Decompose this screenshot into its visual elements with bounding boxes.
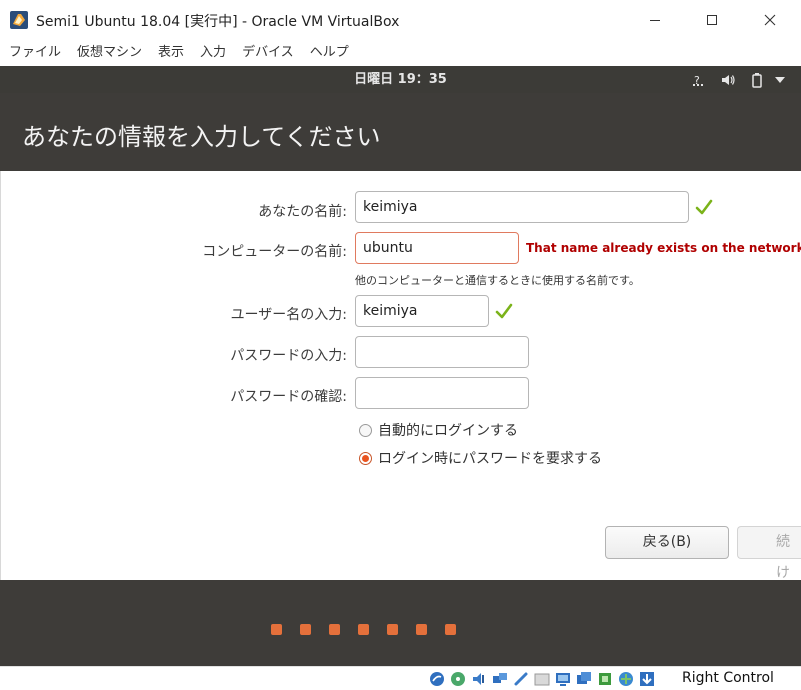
window-titlebar: Semi1 Ubuntu 18.04 [実行中] - Oracle VM Vir… [0,0,801,40]
auto-login-option[interactable]: 自動的にログインする [359,420,518,440]
name-label: あなたの名前: [258,204,347,220]
menu-machine[interactable]: 仮想マシン [69,40,150,66]
progress-dot [329,624,340,635]
shared-folder-icon[interactable] [533,670,551,688]
menu-view[interactable]: 表示 [150,40,192,66]
guest-additions-icon[interactable] [617,670,635,688]
progress-dot [271,624,282,635]
auto-login-radio[interactable] [359,423,372,437]
installer-header: あなたの情報を入力してください [0,93,801,171]
menu-help[interactable]: ヘルプ [302,40,357,66]
progress-dots [0,624,801,635]
menu-arrow-icon[interactable] [774,71,786,88]
menu-input[interactable]: 入力 [192,40,234,66]
clock[interactable]: 日曜日 19：35 [0,66,801,93]
progress-dot [387,624,398,635]
confirm-password-input[interactable] [355,377,529,409]
network-icon[interactable]: ? [692,71,708,88]
menubar: ファイル 仮想マシン 表示 入力 デバイス ヘルプ [0,40,801,66]
require-password-label: ログイン時にパスワードを要求する [378,451,602,467]
virtualbox-icon [10,11,28,29]
menu-devices[interactable]: デバイス [234,40,302,66]
password-input[interactable] [355,336,529,368]
display-icon[interactable] [554,670,572,688]
password-label: パスワードの入力: [230,348,347,364]
progress-dot [416,624,427,635]
usb-icon[interactable] [512,670,530,688]
maximize-icon [707,15,717,25]
progress-dot [300,624,311,635]
computer-name-input[interactable] [355,232,519,264]
cpu-activity-icon[interactable] [596,670,614,688]
vbox-statusbar: Right Control [0,666,801,690]
continue-button[interactable]: 続け [737,526,801,581]
volume-icon[interactable] [720,71,736,88]
progress-dot [445,624,456,635]
computer-name-error: That name already exists on the network. [526,241,801,255]
close-icon [764,14,776,26]
minimize-button[interactable] [632,6,678,34]
auto-login-label: 自動的にログインする [378,423,518,439]
minimize-icon [650,20,660,21]
mouse-integration-icon[interactable] [638,670,656,688]
computer-name-hint: 他のコンピューターと通信するときに使用する名前です。 [355,274,640,287]
audio-icon[interactable] [470,670,488,688]
computer-name-label: コンピューターの名前: [202,244,347,260]
maximize-button[interactable] [689,6,735,34]
require-password-radio[interactable] [359,451,372,465]
close-button[interactable] [747,6,793,34]
battery-icon[interactable] [751,71,763,88]
name-input[interactable] [355,191,689,223]
host-key-label: Right Control [682,670,774,686]
optical-drive-icon[interactable] [449,670,467,688]
confirm-password-label: パスワードの確認: [230,389,347,405]
back-button[interactable]: 戻る(B) [605,526,729,559]
window-title: Semi1 Ubuntu 18.04 [実行中] - Oracle VM Vir… [36,14,400,30]
installer-progress-footer [0,580,801,666]
page-title: あなたの情報を入力してください [22,123,381,151]
user-info-form: あなたの名前: コンピューターの名前: That name already ex… [0,171,801,581]
require-password-option[interactable]: ログイン時にパスワードを要求する [359,448,602,468]
username-input[interactable] [355,295,489,327]
video-capture-icon[interactable] [575,670,593,688]
progress-dot [358,624,369,635]
ubuntu-topbar: 日曜日 19：35 ? [0,66,801,93]
name-valid-check-icon [695,199,713,215]
username-label: ユーザー名の入力: [230,307,347,323]
network-adapter-icon[interactable] [491,670,509,688]
hard-disk-icon[interactable] [428,670,446,688]
username-valid-check-icon [495,303,513,319]
menu-file[interactable]: ファイル [0,40,69,66]
